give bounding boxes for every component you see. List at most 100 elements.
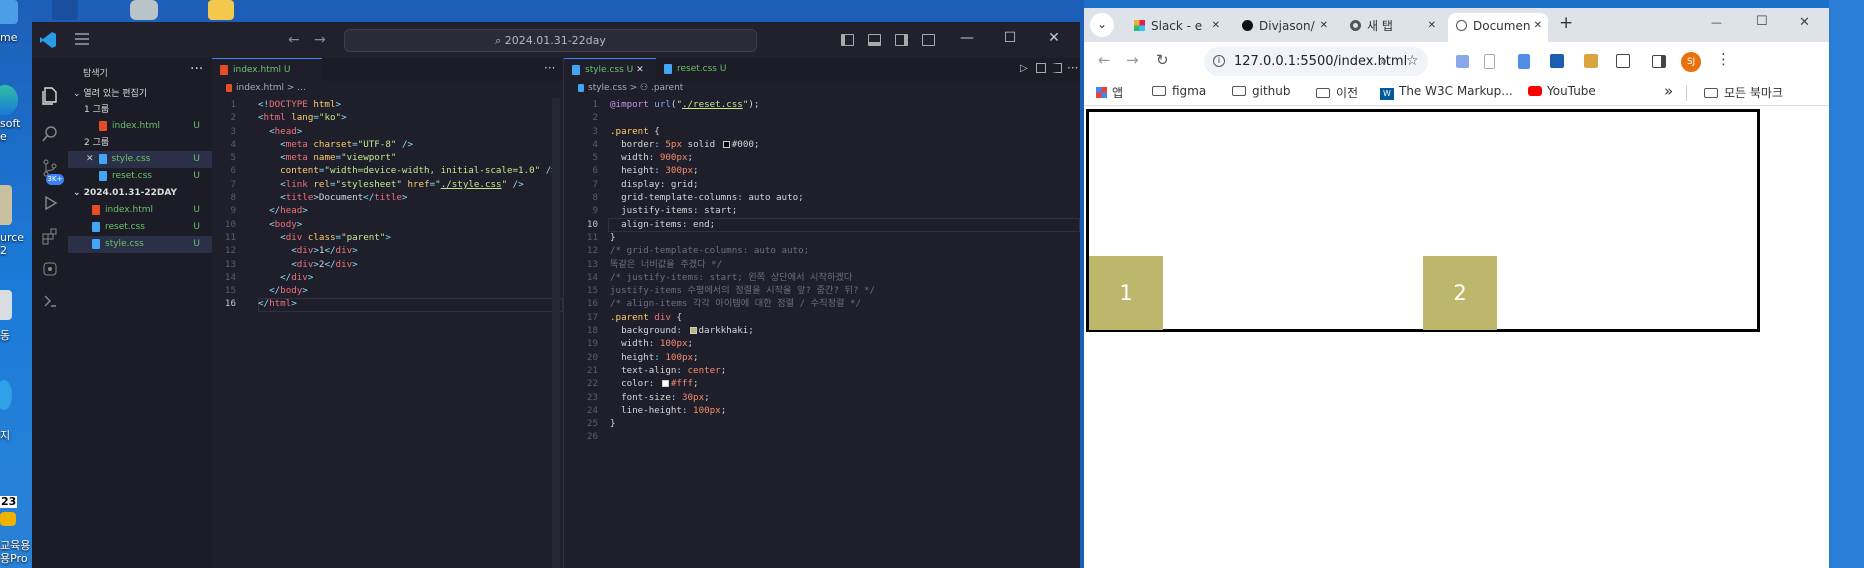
youtube-icon (1528, 86, 1542, 96)
file-item[interactable]: style.css U (68, 236, 212, 253)
reload-icon[interactable]: ↻ (1156, 51, 1169, 69)
tab-style-css[interactable]: style.css U ✕ (564, 58, 656, 81)
close-button[interactable]: ✕ (1044, 30, 1064, 46)
toggle-secondary-icon[interactable] (895, 34, 908, 46)
line-number: 25 (586, 418, 598, 430)
toolbar: ← → ↻ i 127.0.0.1:5500/index.html ⌕ ☆ SJ… (1084, 42, 1829, 80)
bookmark-figma[interactable]: figma (1152, 84, 1206, 98)
line-number: 13 (224, 258, 236, 270)
zoom-icon[interactable]: ⌕ (1380, 47, 1387, 76)
bookmark-github[interactable]: github (1232, 84, 1290, 98)
tab-reset-css[interactable]: reset.css U (656, 58, 751, 81)
bookmark-w3c[interactable]: W The W3C Markup... (1380, 84, 1513, 100)
new-tab-button[interactable]: + (1559, 13, 1573, 33)
breadcrumb[interactable]: style.css > ⚇ .parent (578, 83, 683, 93)
run-icon[interactable]: ▷ (1020, 63, 1028, 74)
file-item[interactable]: index.html U (68, 202, 212, 219)
line-number: 1 (592, 99, 598, 110)
desktop-app-icon[interactable] (0, 0, 18, 24)
command-center-search[interactable]: ⌕ 2024.01.31-22day (344, 29, 757, 52)
close-icon[interactable]: ✕ (1428, 13, 1436, 39)
line-numbers: 1 2 3 4 5 6 7 8 9 10 11 12 13 14 15 16 (212, 98, 236, 311)
tab-index-html[interactable]: index.html U (212, 58, 322, 81)
open-editor-item[interactable]: ✕ style.css U (68, 151, 212, 168)
toggle-panel-icon[interactable] (868, 34, 881, 46)
forward-icon[interactable]: → (314, 32, 326, 48)
toggle-sidebar-icon[interactable] (841, 34, 854, 46)
more-actions-icon[interactable]: ··· (1067, 61, 1078, 75)
back-icon[interactable]: ← (1098, 51, 1111, 69)
bookmark-apps[interactable]: 앱 (1096, 84, 1123, 101)
folder-icon[interactable] (208, 0, 234, 20)
remote-explorer-icon[interactable] (40, 259, 60, 279)
line-number: 17 (586, 311, 598, 323)
tab-search-button[interactable]: ⌄ (1090, 13, 1114, 37)
bookmark-star-icon[interactable]: ☆ (1406, 47, 1419, 76)
scrollbar[interactable] (552, 98, 560, 568)
open-editor-item[interactable]: index.html U (68, 118, 212, 135)
menu-icon[interactable] (75, 33, 89, 45)
edge-icon[interactable] (0, 85, 18, 115)
profile-avatar[interactable]: SJ (1681, 52, 1701, 72)
chrome-menu-icon[interactable]: ⋮ (1716, 50, 1731, 68)
color-swatch (661, 380, 669, 388)
close-icon[interactable]: ✕ (1534, 13, 1542, 39)
tab-new[interactable]: 새 탭 ✕ (1342, 13, 1442, 42)
html-editor[interactable]: index.html U ··· index.html > ... 123456… (212, 58, 563, 568)
split-editor-icon[interactable] (1052, 63, 1062, 73)
tab-github[interactable]: Divjason/ ✕ (1234, 13, 1334, 42)
bookmark-previous[interactable]: 이전 (1316, 84, 1358, 101)
folder-icon[interactable] (0, 185, 12, 225)
code-area[interactable]: 1 2 3 4 5 6 7 8 9 10 11 12 13 14 15 16 17 18 19 20 21 22 23 24 2… (564, 98, 1080, 558)
line-number: 1 (230, 99, 236, 110)
customize-layout-icon[interactable] (922, 34, 935, 46)
close-icon[interactable]: ✕ (86, 154, 94, 164)
more-actions-icon[interactable]: ··· (190, 61, 203, 77)
open-editor-item[interactable]: reset.css U (68, 168, 212, 185)
address-bar[interactable]: i 127.0.0.1:5500/index.html ⌕ ☆ (1204, 47, 1428, 76)
bookmarks-overflow-icon[interactable]: » (1664, 82, 1673, 100)
compare-icon[interactable] (1036, 63, 1046, 73)
desktop-label: 동 (0, 329, 11, 342)
desktop-app-icon[interactable] (52, 0, 78, 20)
maximize-button[interactable]: ☐ (1756, 14, 1768, 29)
tab-label: Slack - e (1151, 19, 1203, 33)
css-editor[interactable]: style.css U ✕ reset.css U ▷ ··· style.cs… (564, 58, 1080, 568)
extension-icon[interactable] (1584, 54, 1598, 68)
close-icon[interactable]: ✕ (1212, 13, 1220, 39)
tab-document[interactable]: Documen ✕ (1448, 13, 1548, 42)
extension-icon[interactable] (1484, 54, 1495, 69)
all-bookmarks[interactable]: 모든 북마크 (1704, 84, 1783, 101)
minimize-button[interactable]: — (1711, 16, 1722, 29)
more-actions-icon[interactable]: ··· (544, 61, 555, 75)
site-info-icon[interactable]: i (1213, 55, 1225, 67)
testing-icon[interactable] (40, 292, 60, 312)
back-icon[interactable]: ← (288, 32, 300, 48)
side-panel-icon[interactable] (1652, 55, 1666, 68)
minimize-button[interactable]: — (957, 30, 977, 46)
extensions-puzzle-icon[interactable] (1616, 54, 1630, 68)
extension-icon[interactable] (1456, 55, 1469, 68)
run-debug-icon[interactable] (40, 193, 60, 213)
bookmark-label: 앱 (1112, 86, 1124, 100)
bookmark-youtube[interactable]: YouTube (1528, 84, 1596, 98)
maximize-button[interactable]: ☐ (1000, 30, 1020, 46)
breadcrumb[interactable]: index.html > ... (226, 83, 306, 93)
workspace-folder[interactable]: ⌄ 2024.01.31-22DAY (68, 185, 212, 202)
file-item[interactable]: reset.css U (68, 219, 212, 236)
extensions-icon[interactable] (40, 226, 60, 246)
close-button[interactable]: ✕ (1799, 15, 1810, 30)
forward-icon[interactable]: → (1126, 51, 1139, 69)
explorer-icon[interactable] (40, 86, 60, 106)
close-icon[interactable]: ✕ (636, 65, 644, 75)
search-icon[interactable] (40, 124, 60, 144)
user-icon[interactable] (0, 380, 12, 410)
tab-slack[interactable]: Slack - e ✕ (1126, 13, 1226, 42)
close-icon[interactable]: ✕ (1320, 13, 1328, 39)
extension-icon[interactable] (1518, 54, 1530, 69)
extension-icon[interactable] (1550, 54, 1564, 68)
code-area[interactable]: 1 2 3 4 5 6 7 8 9 10 11 12 13 14 15 16 <!DOCTYPE html> … (212, 98, 563, 558)
desktop-app-icon[interactable] (130, 0, 158, 20)
open-editors-section[interactable]: ⌄ 열려 있는 편집기 (68, 86, 212, 103)
recycle-bin-icon[interactable] (0, 290, 12, 320)
